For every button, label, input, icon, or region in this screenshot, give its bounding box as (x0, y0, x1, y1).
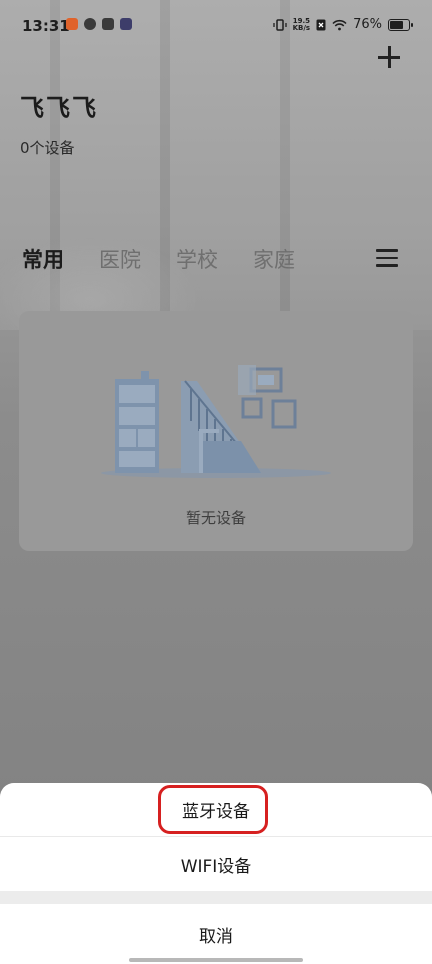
empty-room-illustration (101, 365, 331, 478)
vibrate-icon (272, 18, 287, 31)
mail-icon (102, 18, 114, 30)
tab-home[interactable]: 家庭 (253, 244, 295, 274)
room-tabs: 常用 医院 学校 家庭 (22, 244, 330, 274)
battery-fill (390, 20, 403, 29)
status-bar: 13:31 19.5 KB/s 76% (0, 0, 432, 52)
tab-hospital[interactable]: 医院 (99, 244, 141, 274)
notification-icons (66, 18, 132, 30)
tab-common[interactable]: 常用 (22, 244, 64, 274)
battery-icon (388, 18, 413, 31)
network-speed: 19.5 KB/s (292, 17, 311, 32)
status-time: 13:31 (22, 17, 70, 35)
home-indicator (129, 958, 303, 962)
empty-device-card: 暂无设备 (19, 311, 413, 551)
app-notification-icon (66, 18, 78, 30)
home-name[interactable]: 飞飞飞 (20, 88, 98, 123)
sim-off-icon (316, 19, 326, 30)
system-indicators: 19.5 KB/s 76% (272, 17, 413, 32)
wifi-device-option[interactable]: WIFI设备 (0, 837, 432, 891)
menu-icon[interactable] (376, 249, 398, 267)
app-notification-icon (84, 18, 96, 30)
app-notification-icon (120, 18, 132, 30)
network-speed-unit: KB/s (292, 23, 311, 32)
add-device-button[interactable] (376, 44, 402, 70)
highlight-annotation (158, 785, 268, 834)
tab-school[interactable]: 学校 (176, 244, 218, 274)
battery-percent: 76% (353, 17, 382, 32)
wifi-icon (332, 19, 347, 30)
empty-state-text: 暂无设备 (185, 509, 246, 527)
device-count: 0个设备 (20, 139, 75, 157)
cancel-button[interactable]: 取消 (0, 904, 432, 964)
